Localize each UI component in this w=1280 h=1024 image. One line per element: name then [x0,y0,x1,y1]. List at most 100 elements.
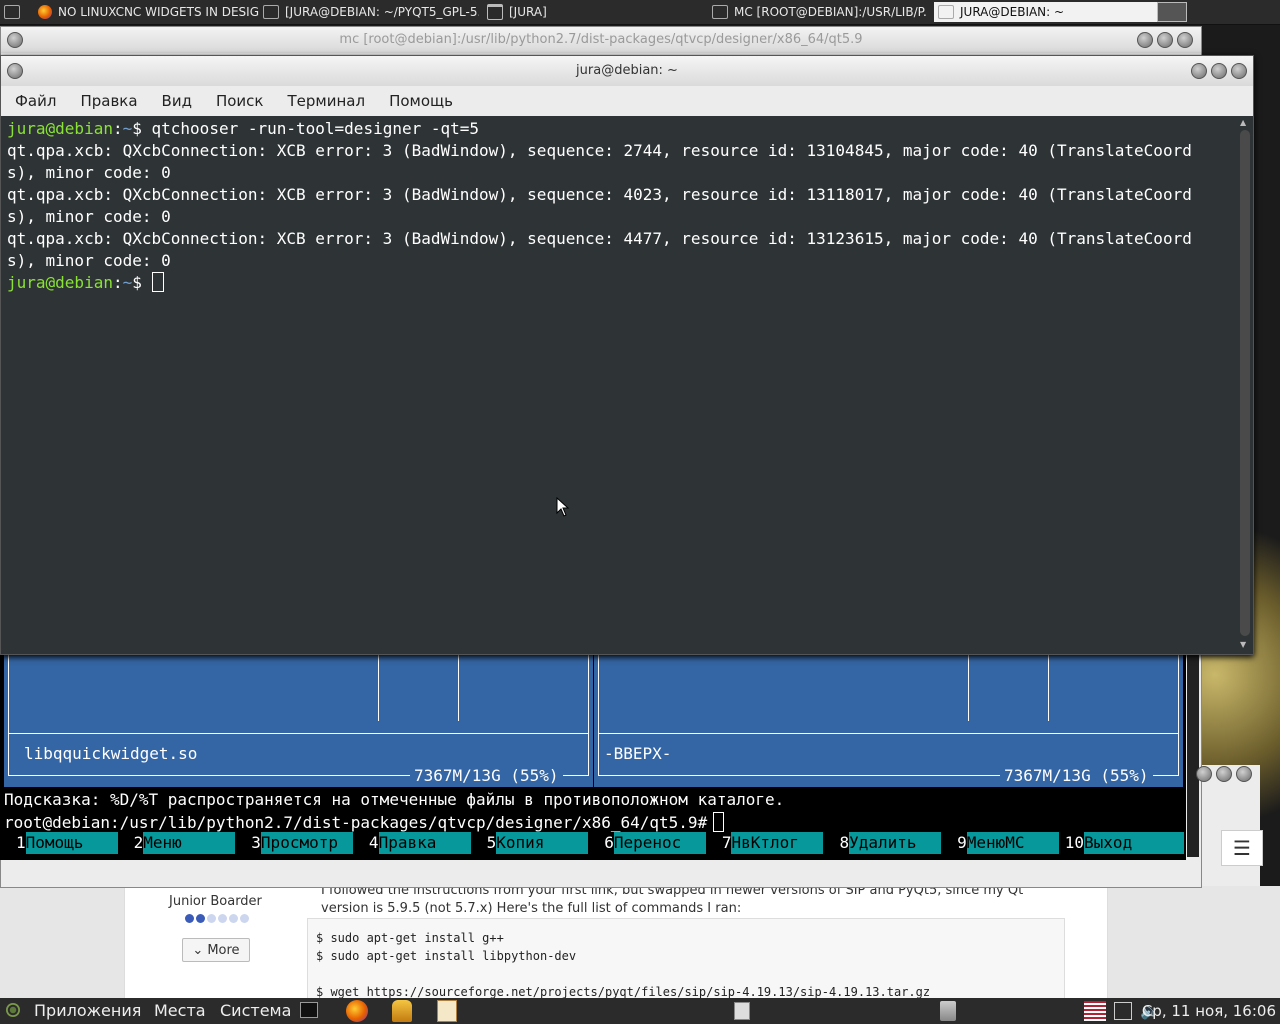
show-desktop-button[interactable] [4,2,24,22]
terminal-icon [263,5,279,19]
fkey-label: Удалить [849,832,942,854]
hamburger-icon[interactable]: ☰ [1221,830,1263,866]
window-list-icon[interactable] [734,1002,750,1020]
fkey-help[interactable]: 1 Помощь [0,832,118,854]
menu-file[interactable]: Файл [5,92,66,110]
terminal-titlebar[interactable]: jura@debian: ~ [1,56,1253,86]
menu-logo-icon[interactable] [6,1003,20,1017]
close-icon[interactable] [1236,766,1252,782]
output-line: s), minor code: 0 [7,207,171,226]
fkey-quit[interactable]: 10 Выход [1059,832,1185,854]
minimize-icon[interactable] [1137,32,1153,48]
fkey-label: Правка [378,832,471,854]
mc-scrollbar[interactable] [1187,625,1199,857]
prompt-user: jura@debian [7,273,113,292]
fkey-menu[interactable]: 2 Меню [118,832,236,854]
mc-command-line[interactable]: root@debian:/usr/lib/python2.7/dist-pack… [4,812,725,832]
terminal-window: jura@debian: ~ Файл Правка Вид Поиск Тер… [0,55,1254,655]
window-menu-icon[interactable] [7,63,23,79]
fkey-delete[interactable]: 8 Удалить [823,832,942,854]
menu-terminal[interactable]: Терминал [277,92,375,110]
workspace-switcher[interactable] [1157,2,1187,22]
task-terminal-jura[interactable]: JURA@DEBIAN: ~ [934,2,1158,22]
menu-help[interactable]: Помощь [379,92,463,110]
task-label: JURA@DEBIAN: ~ [960,5,1065,19]
mc-prompt: root@debian:/usr/lib/python2.7/dist-pack… [4,813,708,832]
code-line: $ sudo apt-get install libpython-dev [316,949,577,963]
fkey-edit[interactable]: 4 Правка [353,832,471,854]
scroll-up-icon[interactable]: ▲ [1240,118,1246,127]
menu-edit[interactable]: Правка [70,92,147,110]
task-terminal-pyqt5[interactable]: [JURA@DEBIAN: ~/PYQT5_GPL-5.... [263,2,479,22]
task-folder-jura[interactable]: [JURA] [487,2,703,22]
close-icon[interactable] [1177,32,1193,48]
fkey-num: 5 [486,833,497,852]
fkey-num: 6 [604,833,614,852]
maximize-icon[interactable] [1157,32,1173,48]
prompt-sep: : [112,119,123,138]
system-menu[interactable]: Система [220,1001,291,1020]
places-menu[interactable]: Места [154,1001,206,1020]
applications-menu[interactable]: Приложения [34,1001,141,1020]
fkey-label: Выход [1084,832,1185,854]
task-firefox[interactable]: NO LINUXCNC WIDGETS IN DESIGN... [38,2,260,22]
minimize-icon[interactable] [1191,63,1207,79]
maximize-icon[interactable] [1211,63,1227,79]
fkey-mkdir[interactable]: 7 НвКтлог [706,832,824,854]
fkey-label: Копия [496,832,589,854]
terminal-output[interactable]: jura@debian:~$ qtchooser -run-tool=desig… [1,116,1237,652]
terminal-launcher-icon[interactable] [300,1002,318,1018]
minimize-icon[interactable] [1196,766,1212,782]
more-label: More [207,942,240,958]
fkey-copy[interactable]: 5 Копия [471,832,589,854]
code-line: $ sudo apt-get install g++ [316,931,504,945]
terminal-icon [712,5,728,19]
fkey-view[interactable]: 3 Просмотр [235,832,353,854]
task-label: [JURA] [509,5,547,19]
fkey-label: Помощь [25,832,118,854]
close-icon[interactable] [1231,63,1247,79]
fkey-move[interactable]: 6 Перенос [588,832,706,854]
command-line: jura@debian:~$ qtchooser -run-tool=desig… [7,118,479,140]
fkey-num: 2 [133,833,144,852]
desktop-icon [4,5,20,19]
maximize-icon[interactable] [1216,766,1232,782]
output-line: qt.qpa.xcb: QXcbConnection: XCB error: 3… [7,185,1192,204]
window-menu-icon[interactable] [7,32,23,48]
fkey-label: Перенос [613,832,706,854]
mc-hint: Подсказка: %D/%T распространяется на отм… [4,790,785,809]
trash-icon[interactable] [940,1001,956,1021]
task-label: [JURA@DEBIAN: ~/PYQT5_GPL-5.... [285,5,479,19]
task-label: MC [ROOT@DEBIAN]:/USR/LIB/P... [734,5,928,19]
scroll-down-icon[interactable]: ▼ [1240,640,1246,649]
fkey-label: Меню [143,832,236,854]
fkey-label: МенюМС [966,832,1059,854]
editor-launcher-icon[interactable] [437,1000,457,1022]
menu-view[interactable]: Вид [152,92,202,110]
window-controls [1196,766,1252,782]
output-line: qt.qpa.xcb: QXcbConnection: XCB error: 3… [7,229,1192,248]
mc-body: libqquickwidget.so 7367M/13G (55%) -ВВЕР… [0,625,1186,860]
firefox-launcher-icon[interactable] [346,1000,368,1022]
task-mc[interactable]: MC [ROOT@DEBIAN]:/USR/LIB/P... [712,2,928,22]
clock[interactable]: Ср, 11 ноя, 16:06 [1142,1002,1276,1020]
forum-post: Junior Boarder ⌄ More I followed the inst… [124,883,1108,1000]
terminal-scrollbar[interactable]: ▲ ▼ [1238,116,1252,652]
fkey-label: Просмотр [260,832,353,854]
menu-search[interactable]: Поиск [206,92,274,110]
mc-titlebar[interactable]: mc [root@debian]:/usr/lib/python2.7/dist… [1,27,1201,53]
more-button[interactable]: ⌄ More [182,938,250,962]
folder-icon [487,4,503,20]
fkey-pulldown[interactable]: 9 МенюМС [941,832,1059,854]
network-icon[interactable] [1114,1002,1132,1020]
output-line: s), minor code: 0 [7,163,171,182]
us-flag-icon[interactable] [1084,1001,1106,1021]
fkey-num: 1 [16,833,26,852]
output-line: qt.qpa.xcb: QXcbConnection: XCB error: 3… [7,141,1192,160]
terminal-title: jura@debian: ~ [576,63,678,78]
scrollbar-thumb[interactable] [1240,130,1250,636]
prompt-sep: : [112,273,123,292]
mc-updir-entry[interactable]: -ВВЕРХ- [604,744,671,763]
mc-selected-file[interactable]: libqquickwidget.so [24,744,197,763]
mail-launcher-icon[interactable] [392,1000,412,1022]
